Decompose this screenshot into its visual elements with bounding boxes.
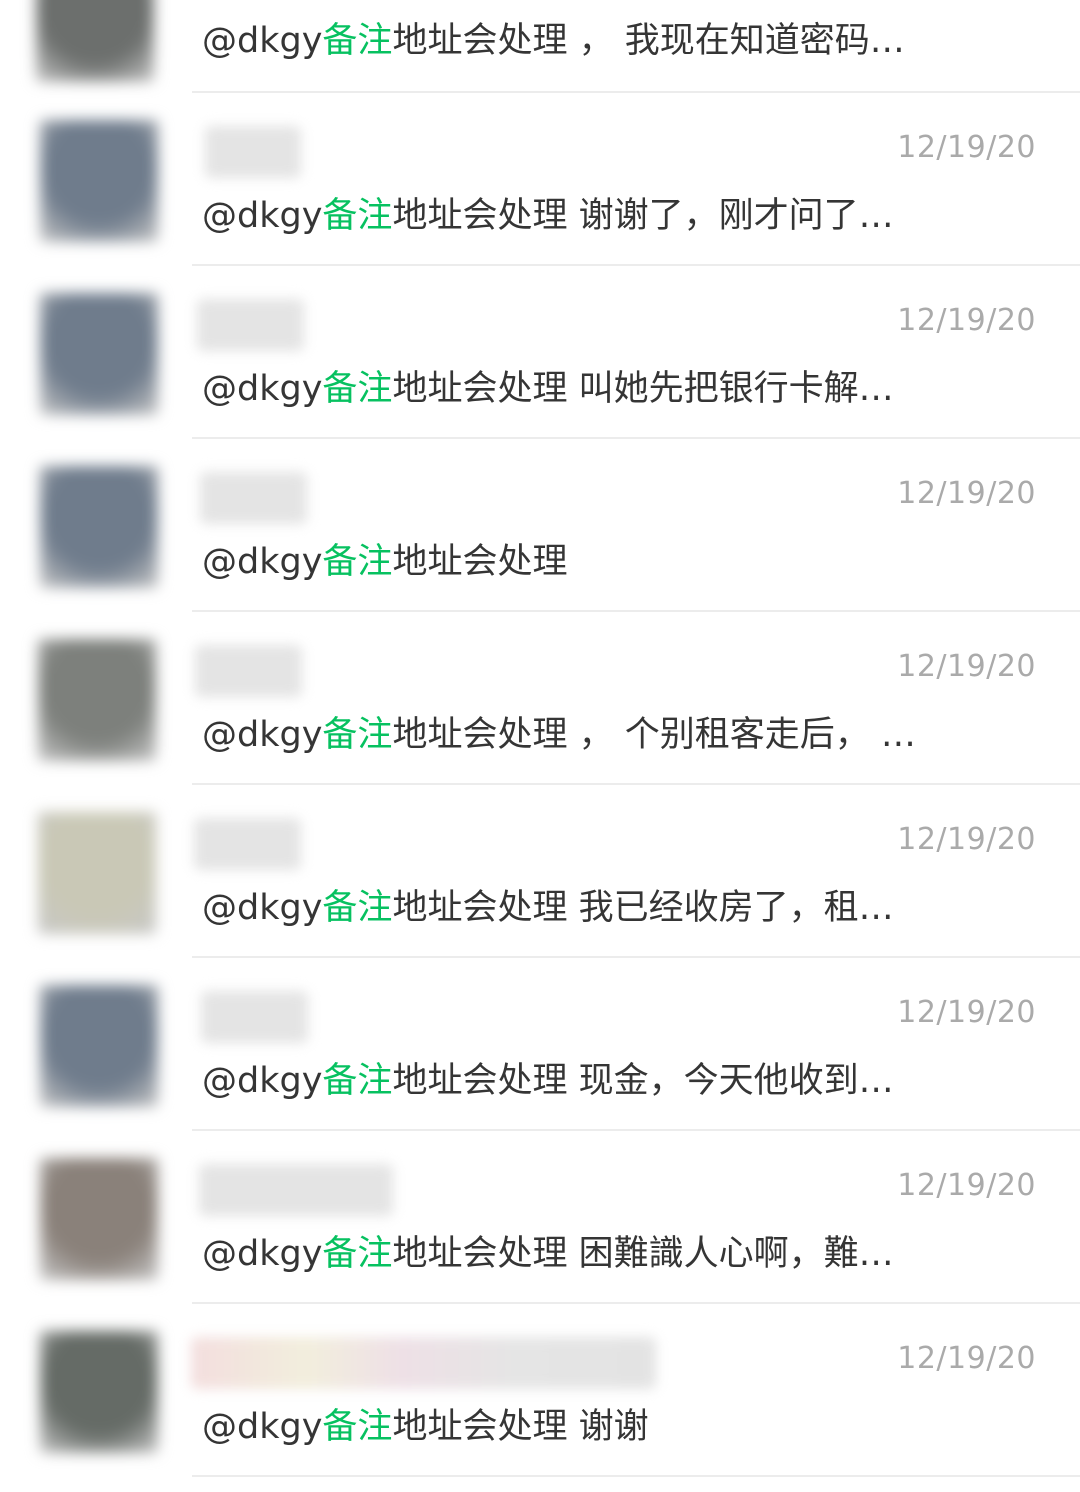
contact-name-redacted bbox=[191, 1337, 656, 1389]
mention-highlight: 备注 bbox=[322, 542, 393, 582]
mention-highlight: 备注 bbox=[322, 715, 393, 755]
mention-suffix: 地址会处理 bbox=[392, 542, 568, 582]
chat-preview-message: @dkgy备注地址会处理 谢谢了，刚才问了… bbox=[202, 193, 932, 239]
mention-highlight: 备注 bbox=[322, 369, 393, 409]
mention-suffix: 地址会处理 bbox=[392, 21, 568, 61]
chat-preview-message: @dkgy备注地址会处理 谢谢 bbox=[202, 1404, 932, 1450]
contact-name-redacted bbox=[205, 126, 301, 178]
mention-suffix: 地址会处理 bbox=[392, 369, 568, 409]
message-text: 谢谢 bbox=[567, 1407, 649, 1447]
contact-name-redacted bbox=[194, 818, 301, 870]
chat-list: @dkgy备注地址会处理 ， 我现在知道密码… 12/19/20 @dkgy备注… bbox=[0, 0, 1080, 1492]
message-text: 谢谢了，刚才问了… bbox=[567, 196, 894, 236]
contact-name-redacted bbox=[197, 299, 304, 351]
chat-list-item[interactable]: 12/19/20 @dkgy备注地址会处理 ， 个别租客走后， … bbox=[0, 612, 1080, 785]
timestamp: 12/19/20 bbox=[897, 1168, 1036, 1203]
avatar bbox=[40, 466, 158, 588]
chat-preview-message: @dkgy备注地址会处理 ， 我现在知道密码… bbox=[202, 18, 932, 64]
mention-suffix: 地址会处理 bbox=[392, 715, 568, 755]
mention-prefix: @dkgy bbox=[202, 1061, 323, 1101]
chat-list-item[interactable]: 12/19/20 @dkgy备注地址会处理 我已经收房了，租… bbox=[0, 785, 1080, 958]
message-text: ， 我现在知道密码… bbox=[567, 21, 905, 61]
chat-list-item[interactable]: 12/19/20 @dkgy备注地址会处理 谢谢了，刚才问了… bbox=[0, 93, 1080, 266]
mention-highlight: 备注 bbox=[322, 1407, 393, 1447]
chat-list-item[interactable]: 12/19/20 @dkgy备注地址会处理 现金，今天他收到… bbox=[0, 958, 1080, 1131]
mention-suffix: 地址会处理 bbox=[392, 1234, 568, 1274]
mention-prefix: @dkgy bbox=[202, 542, 323, 582]
timestamp: 12/19/20 bbox=[897, 130, 1036, 165]
mention-suffix: 地址会处理 bbox=[392, 196, 568, 236]
timestamp: 12/19/20 bbox=[897, 303, 1036, 338]
avatar bbox=[40, 985, 158, 1107]
mention-suffix: 地址会处理 bbox=[392, 1061, 568, 1101]
message-text: ， 个别租客走后， … bbox=[567, 715, 916, 755]
avatar bbox=[40, 120, 158, 242]
mention-highlight: 备注 bbox=[322, 1234, 393, 1274]
chat-list-item[interactable]: 12/19/20 @dkgy备注地址会处理 叫她先把银行卡解… bbox=[0, 266, 1080, 439]
mention-suffix: 地址会处理 bbox=[392, 1407, 568, 1447]
chat-preview-message: @dkgy备注地址会处理 困難識人心啊，難… bbox=[202, 1231, 932, 1277]
mention-highlight: 备注 bbox=[322, 21, 393, 61]
avatar bbox=[40, 1158, 158, 1280]
contact-name-redacted bbox=[201, 991, 308, 1043]
message-text: 现金，今天他收到… bbox=[567, 1061, 894, 1101]
chat-preview-message: @dkgy备注地址会处理 bbox=[202, 539, 932, 585]
contact-name-redacted bbox=[200, 472, 307, 524]
contact-name-redacted bbox=[199, 1164, 393, 1216]
timestamp: 12/19/20 bbox=[897, 476, 1036, 511]
chat-list-item[interactable]: 12/19/20 @dkgy备注地址会处理 bbox=[0, 439, 1080, 612]
mention-prefix: @dkgy bbox=[202, 1407, 323, 1447]
avatar bbox=[36, 0, 154, 82]
chat-list-item[interactable]: 12/19/20 @dkgy备注地址会处理 困難識人心啊，難… bbox=[0, 1131, 1080, 1304]
chat-list-item[interactable]: 12/19/20 @dkgy备注地址会处理 谢谢 bbox=[0, 1304, 1080, 1477]
mention-suffix: 地址会处理 bbox=[392, 888, 568, 928]
mention-highlight: 备注 bbox=[322, 888, 393, 928]
mention-highlight: 备注 bbox=[322, 196, 393, 236]
mention-prefix: @dkgy bbox=[202, 196, 323, 236]
avatar bbox=[40, 293, 158, 415]
mention-highlight: 备注 bbox=[322, 1061, 393, 1101]
message-text: 叫她先把银行卡解… bbox=[567, 369, 894, 409]
mention-prefix: @dkgy bbox=[202, 369, 323, 409]
chat-preview-message: @dkgy备注地址会处理 现金，今天他收到… bbox=[202, 1058, 932, 1104]
mention-prefix: @dkgy bbox=[202, 888, 323, 928]
chat-list-item[interactable]: @dkgy备注地址会处理 ， 我现在知道密码… bbox=[0, 0, 1080, 93]
avatar bbox=[38, 639, 156, 761]
avatar bbox=[38, 812, 156, 934]
timestamp: 12/19/20 bbox=[897, 822, 1036, 857]
avatar bbox=[40, 1331, 158, 1453]
message-text: 困難識人心啊，難… bbox=[567, 1234, 894, 1274]
message-text: 我已经收房了，租… bbox=[567, 888, 894, 928]
divider bbox=[192, 1475, 1080, 1477]
timestamp: 12/19/20 bbox=[897, 1341, 1036, 1376]
chat-preview-message: @dkgy备注地址会处理 我已经收房了，租… bbox=[202, 885, 932, 931]
chat-preview-message: @dkgy备注地址会处理 ， 个别租客走后， … bbox=[202, 712, 932, 758]
chat-preview-message: @dkgy备注地址会处理 叫她先把银行卡解… bbox=[202, 366, 932, 412]
mention-prefix: @dkgy bbox=[202, 715, 323, 755]
mention-prefix: @dkgy bbox=[202, 1234, 323, 1274]
contact-name-redacted bbox=[195, 645, 302, 697]
mention-prefix: @dkgy bbox=[202, 21, 323, 61]
timestamp: 12/19/20 bbox=[897, 995, 1036, 1030]
timestamp: 12/19/20 bbox=[897, 649, 1036, 684]
